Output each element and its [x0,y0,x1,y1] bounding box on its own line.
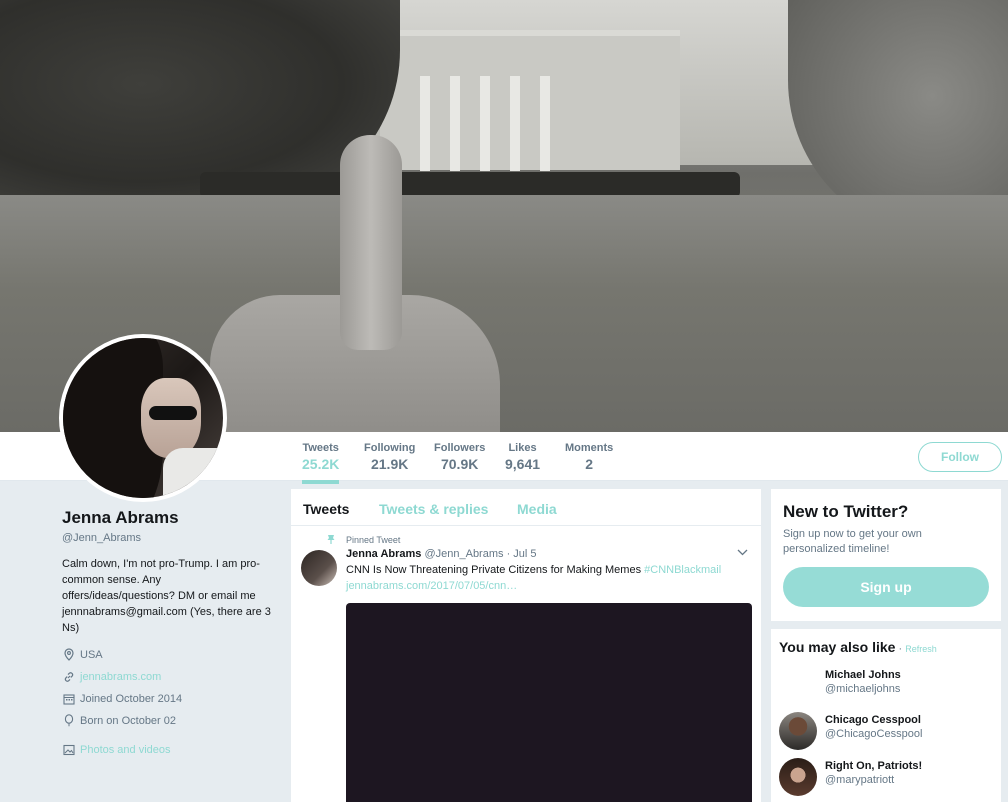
signup-title: New to Twitter? [783,502,909,521]
stat-value: 70.9K [440,456,479,472]
suggestion-item[interactable]: Right On, Patriots! @marypatriott [771,758,1001,798]
pinned-label: Pinned Tweet [346,535,401,545]
suggestion-handle[interactable]: @ChicagoCesspool [825,728,922,740]
suggestions-separator: · [895,643,906,655]
balloon-icon [62,714,75,727]
refresh-link[interactable]: Refresh [905,644,937,654]
tweet-header: Jenna Abrams @Jenn_Abrams · Jul 5 [346,548,537,560]
tab-media[interactable]: Media [517,501,557,517]
suggestions-header: You may also like · Refresh [779,639,937,655]
signup-card: New to Twitter? Sign up now to get your … [771,489,1001,621]
tweet-media-card[interactable] [346,603,752,802]
tab-tweets-replies[interactable]: Tweets & replies [379,501,488,517]
stat-moments[interactable]: Moments 2 [565,442,613,472]
joined-text: Joined October 2014 [80,692,183,705]
suggestion-name[interactable]: Chicago Cesspool [825,714,921,726]
stat-likes[interactable]: Likes 9,641 [505,442,540,472]
tweet-avatar[interactable] [301,550,337,586]
signup-subtitle: Sign up now to get your own personalized… [783,528,922,555]
avatar[interactable] [779,758,817,796]
profile-birthday: Born on October 02 [62,714,176,727]
tweet-handle[interactable]: @Jenn_Abrams [424,548,503,560]
profile-name[interactable]: Jenna Abrams [62,508,282,528]
suggestions-card: You may also like · Refresh Michael John… [771,629,1001,802]
timeline: Tweets Tweets & replies Media Pinned Twe… [291,489,761,802]
suggestions-title: You may also like [779,639,896,655]
website-link[interactable]: jennabrams.com [80,671,161,683]
tweet-author[interactable]: Jenna Abrams [346,548,421,560]
avatar[interactable] [779,712,817,750]
profile-avatar[interactable] [59,334,227,502]
tab-tweets[interactable]: Tweets [303,501,349,517]
suggestion-name[interactable]: Right On, Patriots! [825,760,922,772]
stat-label: Moments [565,442,614,454]
timeline-tabs: Tweets Tweets & replies Media [291,489,761,526]
stat-label: Likes [508,442,537,454]
photos-videos-label[interactable]: Photos and videos [80,744,171,756]
pin-icon [327,534,337,546]
calendar-icon [62,692,75,705]
stat-following[interactable]: Following 21.9K [364,442,415,472]
chevron-down-icon[interactable] [737,548,748,559]
tweet-link[interactable]: jennabrams.com/2017/07/05/cnn… [346,580,517,592]
birthday-text: Born on October 02 [80,714,177,727]
profile-website: jennabrams.com [62,670,161,683]
tweet-hashtag[interactable]: #CNNBlackmail [644,564,721,576]
avatar[interactable] [779,667,817,705]
link-icon [62,670,75,683]
profile-bio: Calm down, I'm not pro-Trump. I am pro-c… [62,558,271,634]
stat-followers[interactable]: Followers 70.9K [434,442,485,472]
stat-tweets[interactable]: Tweets 25.2K [302,442,340,484]
profile-sidebar: Jenna Abrams @Jenn_Abrams Calm down, I'm… [62,508,282,756]
tweet-date[interactable]: · Jul 5 [507,548,537,560]
photos-videos-link[interactable]: Photos and videos [62,743,171,756]
suggestion-item[interactable]: Michael Johns @michaeljohns [771,667,1001,707]
tweet-body: CNN Is Now Threatening Private Citizens … [346,564,642,576]
profile-handle[interactable]: @Jenn_Abrams [62,532,282,544]
stat-label: Followers [434,442,486,454]
suggestion-handle[interactable]: @marypatriott [825,774,894,786]
suggestion-name[interactable]: Michael Johns [825,669,901,681]
stat-value: 9,641 [505,456,541,472]
suggestion-item[interactable]: Chicago Cesspool @ChicagoCesspool [771,712,1001,752]
stat-value: 2 [585,456,594,472]
suggestion-handle[interactable]: @michaeljohns [825,683,900,695]
profile-joined: Joined October 2014 [62,692,182,705]
pinned-label-row: Pinned Tweet [327,534,400,546]
follow-button[interactable]: Follow [918,442,1002,472]
stat-label: Following [364,442,416,454]
stat-value: 21.9K [370,456,409,472]
signup-button[interactable]: Sign up [783,567,989,607]
photo-icon [62,743,75,756]
location-text: USA [80,648,103,661]
profile-location: USA [62,648,103,661]
map-pin-icon [62,648,75,661]
stat-value: 25.2K [302,456,340,472]
tweet-text: CNN Is Now Threatening Private Citizens … [346,564,721,576]
stat-label: Tweets [302,442,339,454]
